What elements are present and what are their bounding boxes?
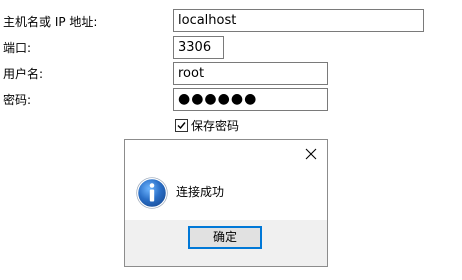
dialog-body: 连接成功 <box>125 168 327 220</box>
close-icon <box>305 148 317 160</box>
close-button[interactable] <box>303 146 319 162</box>
dialog-footer: 确定 <box>125 220 327 266</box>
dialog-message: 连接成功 <box>176 185 225 199</box>
ok-button[interactable]: 确定 <box>188 226 262 249</box>
password-label: 密码: <box>3 93 32 107</box>
username-input[interactable]: root <box>173 62 328 85</box>
save-password-label[interactable]: 保存密码 <box>191 118 239 134</box>
dialog-titlebar <box>125 140 327 168</box>
port-input[interactable]: 3306 <box>173 36 224 59</box>
username-label: 用户名: <box>3 67 44 81</box>
save-password-checkbox[interactable] <box>175 119 188 132</box>
message-dialog: 连接成功 确定 <box>124 139 328 267</box>
host-label: 主机名或 IP 地址: <box>3 15 98 29</box>
check-icon <box>177 122 186 130</box>
info-icon <box>136 177 168 209</box>
host-input[interactable]: localhost <box>173 9 424 32</box>
password-input[interactable]: ●●●●●● <box>173 88 328 111</box>
port-label: 端口: <box>3 41 32 55</box>
